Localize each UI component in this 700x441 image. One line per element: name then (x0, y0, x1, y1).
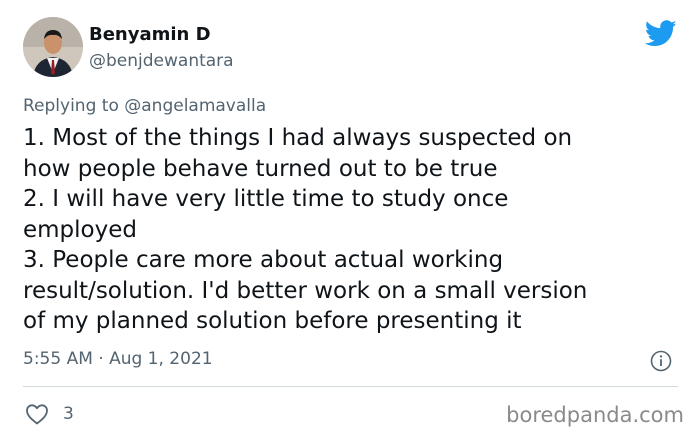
watermark: boredpanda.com (506, 403, 684, 427)
divider (23, 386, 678, 387)
avatar[interactable] (23, 17, 83, 77)
reply-prefix: Replying to (23, 96, 119, 116)
tweet-line: 1. Most of the things I had always suspe… (23, 125, 573, 151)
tweet-line: employed (23, 216, 137, 243)
twitter-bird-icon[interactable] (645, 20, 677, 47)
profile-photo (23, 17, 83, 77)
tweet-line: of my planned solution before presenting… (23, 308, 522, 334)
tweet-line: how people behave turned out to be true (23, 155, 498, 182)
author-name[interactable]: Benyamin D (89, 24, 211, 45)
timestamp[interactable]: 5:55 AM · Aug 1, 2021 (23, 349, 213, 369)
reply-handle[interactable]: @angelamavalla (124, 96, 266, 116)
reply-context: Replying to @angelamavalla (23, 96, 266, 116)
tweet-line: result/solution. I'd better work on a sm… (23, 277, 588, 304)
author-handle[interactable]: @benjdewantara (89, 51, 234, 71)
like-count: 3 (63, 404, 74, 424)
like-button[interactable]: 3 (25, 402, 74, 426)
tweet-line: 2. I will have very little time to study… (23, 186, 509, 212)
tweet-line: 3. People care more about actual working (23, 247, 504, 273)
heart-icon[interactable] (25, 403, 49, 425)
info-icon[interactable] (650, 350, 672, 372)
tweet-text: 1. Most of the things I had always suspe… (23, 123, 683, 337)
